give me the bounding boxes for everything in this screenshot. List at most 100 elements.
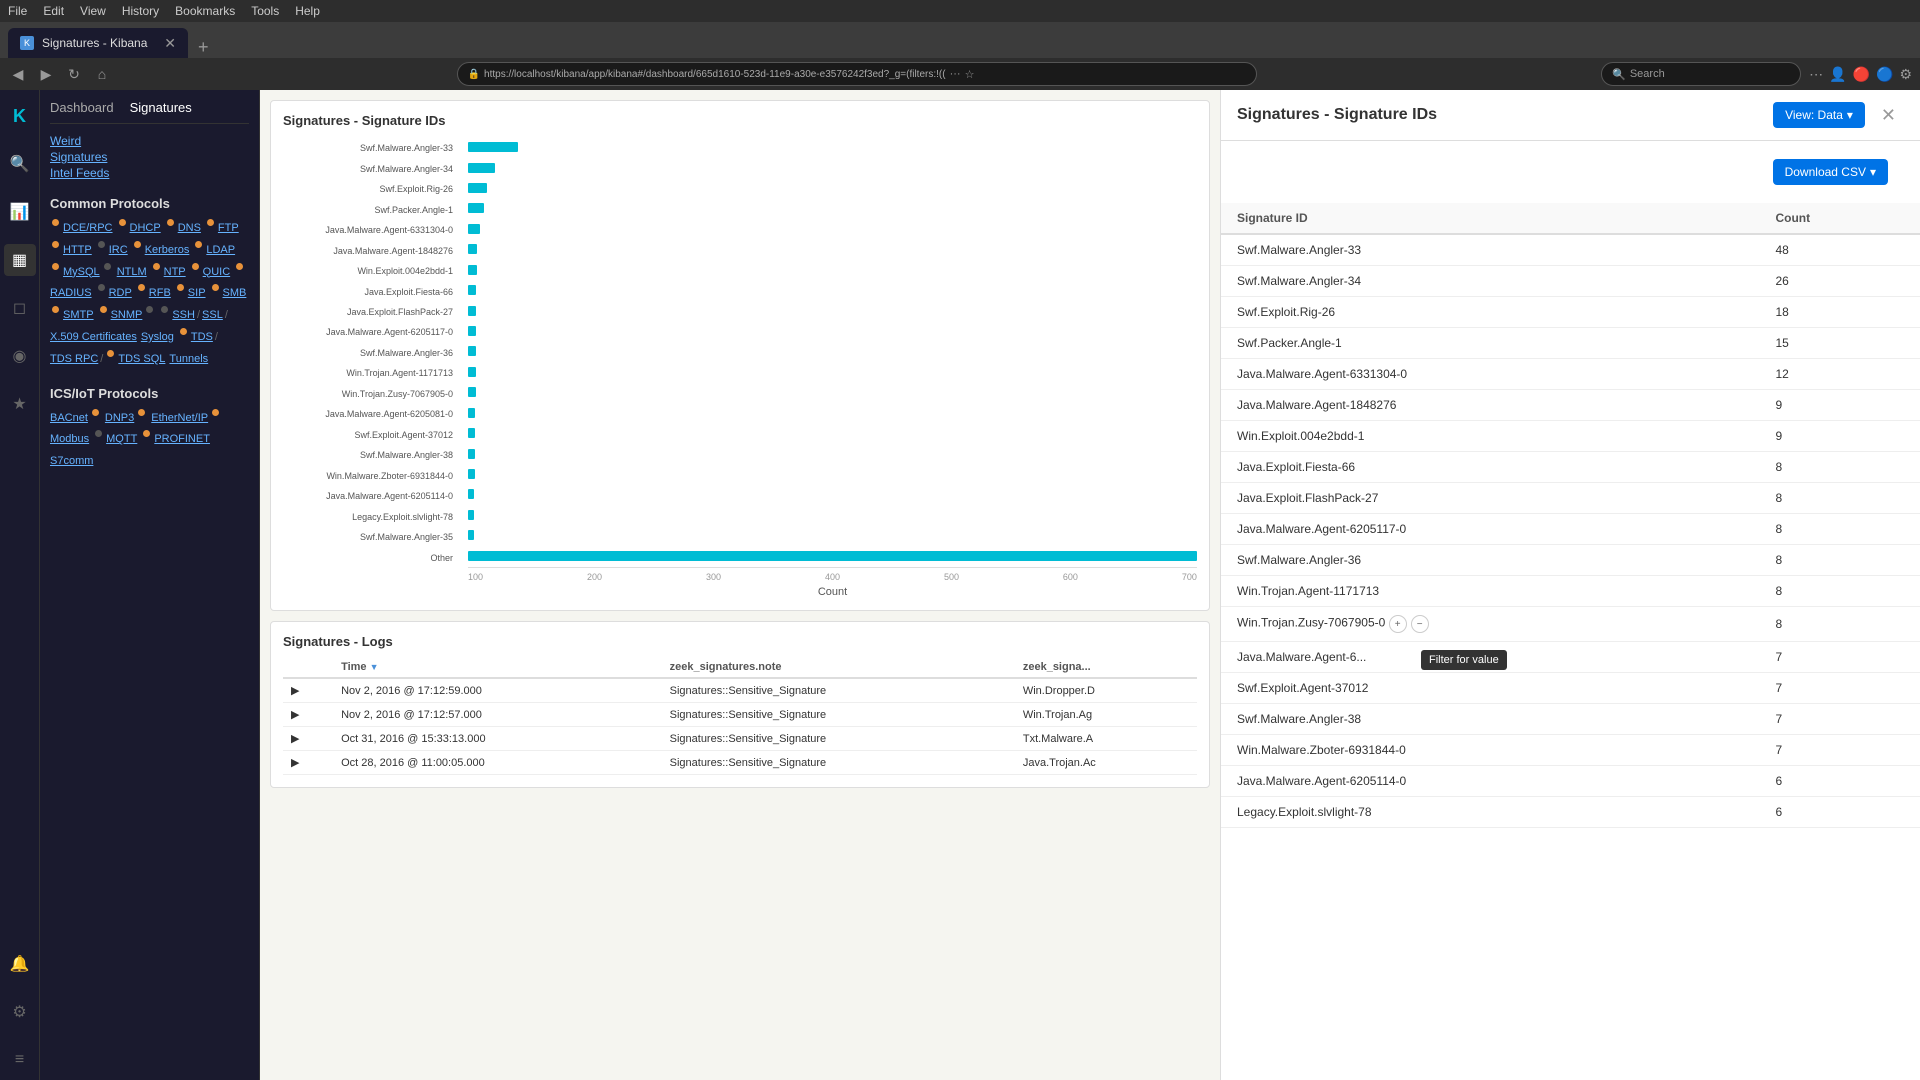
protocol-quic[interactable]: QUIC (203, 263, 231, 283)
protocol-tds[interactable]: TDS (191, 328, 213, 348)
new-tab-button[interactable]: + (190, 37, 217, 58)
filter-out-value-button[interactable]: − (1411, 615, 1429, 633)
bar-row-9[interactable] (468, 324, 1197, 338)
protocol-tunnels[interactable]: Tunnels (169, 350, 208, 370)
protocol-ftp[interactable]: FTP (218, 219, 239, 239)
bar-row-2[interactable] (468, 181, 1197, 195)
bar-row-10[interactable] (468, 344, 1197, 358)
protocol-s7comm[interactable]: S7comm (50, 452, 93, 472)
protocol-ntlm[interactable]: NTLM (117, 263, 147, 283)
view-data-button[interactable]: View: Data ▾ (1773, 102, 1865, 128)
expand-btn-0[interactable]: ▶ (283, 678, 333, 703)
protocol-mysql[interactable]: MySQL (63, 263, 100, 283)
protocol-ethernetip[interactable]: EtherNet/IP (151, 409, 208, 429)
active-tab[interactable]: K Signatures - Kibana ✕ (8, 28, 188, 58)
bar-row-7[interactable] (468, 283, 1197, 297)
sidebar-icon-alerts[interactable]: 🔔 (4, 948, 36, 980)
browser-search-box[interactable]: 🔍 Search (1601, 62, 1801, 86)
protocol-http[interactable]: HTTP (63, 241, 92, 261)
protocol-dnp3[interactable]: DNP3 (105, 409, 134, 429)
sidebar-icon-visualize[interactable]: 📊 (4, 196, 36, 228)
filter-for-value-button[interactable]: + (1389, 615, 1407, 633)
sidebar-icon-canvas[interactable]: ◻ (4, 292, 36, 324)
bar-row-6[interactable] (468, 263, 1197, 277)
nav-signatures[interactable]: Signatures (50, 150, 249, 164)
expand-btn-2[interactable]: ▶ (283, 727, 333, 751)
time-col-header[interactable]: Time ▼ (333, 657, 662, 678)
protocol-rdp[interactable]: RDP (109, 284, 132, 304)
protocol-profinet[interactable]: PROFINET (154, 430, 210, 450)
protocol-irc[interactable]: IRC (109, 241, 128, 261)
protocol-snmp[interactable]: SNMP (111, 306, 143, 326)
menu-help[interactable]: Help (295, 4, 320, 18)
protocol-dhcp[interactable]: DHCP (130, 219, 161, 239)
profile-icon[interactable]: 👤 (1829, 66, 1846, 83)
refresh-button[interactable]: ↻ (64, 66, 84, 83)
download-csv-button[interactable]: Download CSV ▾ (1773, 159, 1888, 185)
bar-row-16[interactable] (468, 467, 1197, 481)
addon-icon-2[interactable]: 🔵 (1876, 66, 1893, 83)
sidebar-icon-collapse[interactable]: ≡ (4, 1044, 36, 1076)
addon-icon-3[interactable]: ⚙ (1899, 66, 1912, 83)
bar-row-5[interactable] (468, 242, 1197, 256)
protocol-tds-sql[interactable]: TDS SQL (118, 350, 165, 370)
addon-icon-1[interactable]: 🔴 (1853, 66, 1870, 83)
bar-row-15[interactable] (468, 447, 1197, 461)
protocol-x509[interactable]: X.509 Certificates (50, 328, 137, 348)
back-button[interactable]: ◀ (8, 66, 28, 83)
protocol-ldap[interactable]: LDAP (206, 241, 235, 261)
close-tab-button[interactable]: ✕ (164, 35, 176, 52)
bar-row-14[interactable] (468, 426, 1197, 440)
url-options[interactable]: ··· (950, 68, 961, 80)
protocol-sip[interactable]: SIP (188, 284, 206, 304)
breadcrumb-dashboard[interactable]: Dashboard (50, 100, 114, 115)
menu-bookmarks[interactable]: Bookmarks (175, 4, 235, 18)
bar-row-12[interactable] (468, 385, 1197, 399)
expand-btn-1[interactable]: ▶ (283, 703, 333, 727)
sidebar-icon-settings[interactable]: ⚙ (4, 996, 36, 1028)
protocol-bacnet[interactable]: BACnet (50, 409, 88, 429)
protocol-smtp[interactable]: SMTP (63, 306, 94, 326)
sidebar-icon-maps[interactable]: ◉ (4, 340, 36, 372)
protocol-modbus[interactable]: Modbus (50, 430, 89, 450)
protocol-ntp[interactable]: NTP (164, 263, 186, 283)
bar-row-13[interactable] (468, 406, 1197, 420)
sidebar-icon-dashboard[interactable]: ▦ (4, 244, 36, 276)
bar-row-0[interactable] (468, 140, 1197, 154)
bar-row-4[interactable] (468, 222, 1197, 236)
protocol-ssl[interactable]: SSL (202, 306, 223, 326)
menu-tools[interactable]: Tools (251, 4, 279, 18)
protocol-rfb[interactable]: RFB (149, 284, 171, 304)
bar-row-8[interactable] (468, 304, 1197, 318)
forward-button[interactable]: ▶ (36, 66, 56, 83)
bar-row-18[interactable] (468, 508, 1197, 522)
home-button[interactable]: ⌂ (92, 66, 112, 82)
menu-view[interactable]: View (80, 4, 106, 18)
close-right-panel-button[interactable]: ✕ (1873, 105, 1904, 126)
menu-file[interactable]: File (8, 4, 27, 18)
protocol-dns[interactable]: DNS (178, 219, 201, 239)
breadcrumb-signatures[interactable]: Signatures (130, 100, 192, 115)
bar-row-3[interactable] (468, 201, 1197, 215)
bar-row-11[interactable] (468, 365, 1197, 379)
bar-row-other[interactable] (468, 549, 1197, 563)
protocol-kerberos[interactable]: Kerberos (145, 241, 190, 261)
bar-row-1[interactable] (468, 161, 1197, 175)
nav-weird[interactable]: Weird (50, 134, 249, 148)
protocol-dce-rpc[interactable]: DCE/RPC (63, 219, 113, 239)
url-bar[interactable]: 🔒 https://localhost/kibana/app/kibana#/d… (457, 62, 1257, 86)
protocol-ssh[interactable]: SSH (172, 306, 195, 326)
nav-intel-feeds[interactable]: Intel Feeds (50, 166, 249, 180)
protocol-mqtt[interactable]: MQTT (106, 430, 137, 450)
bookmark-icon[interactable]: ☆ (965, 68, 975, 81)
sidebar-icon-discover[interactable]: 🔍 (4, 148, 36, 180)
kibana-logo-icon[interactable]: K (4, 100, 36, 132)
extensions-icon[interactable]: ⋯ (1809, 66, 1823, 83)
protocol-smb[interactable]: SMB (223, 284, 247, 304)
protocol-tds-rpc[interactable]: TDS RPC (50, 350, 98, 370)
bar-row-17[interactable] (468, 487, 1197, 501)
sidebar-icon-ml[interactable]: ★ (4, 388, 36, 420)
protocol-syslog[interactable]: Syslog (141, 328, 174, 348)
protocol-radius[interactable]: RADIUS (50, 284, 92, 304)
menu-history[interactable]: History (122, 4, 159, 18)
